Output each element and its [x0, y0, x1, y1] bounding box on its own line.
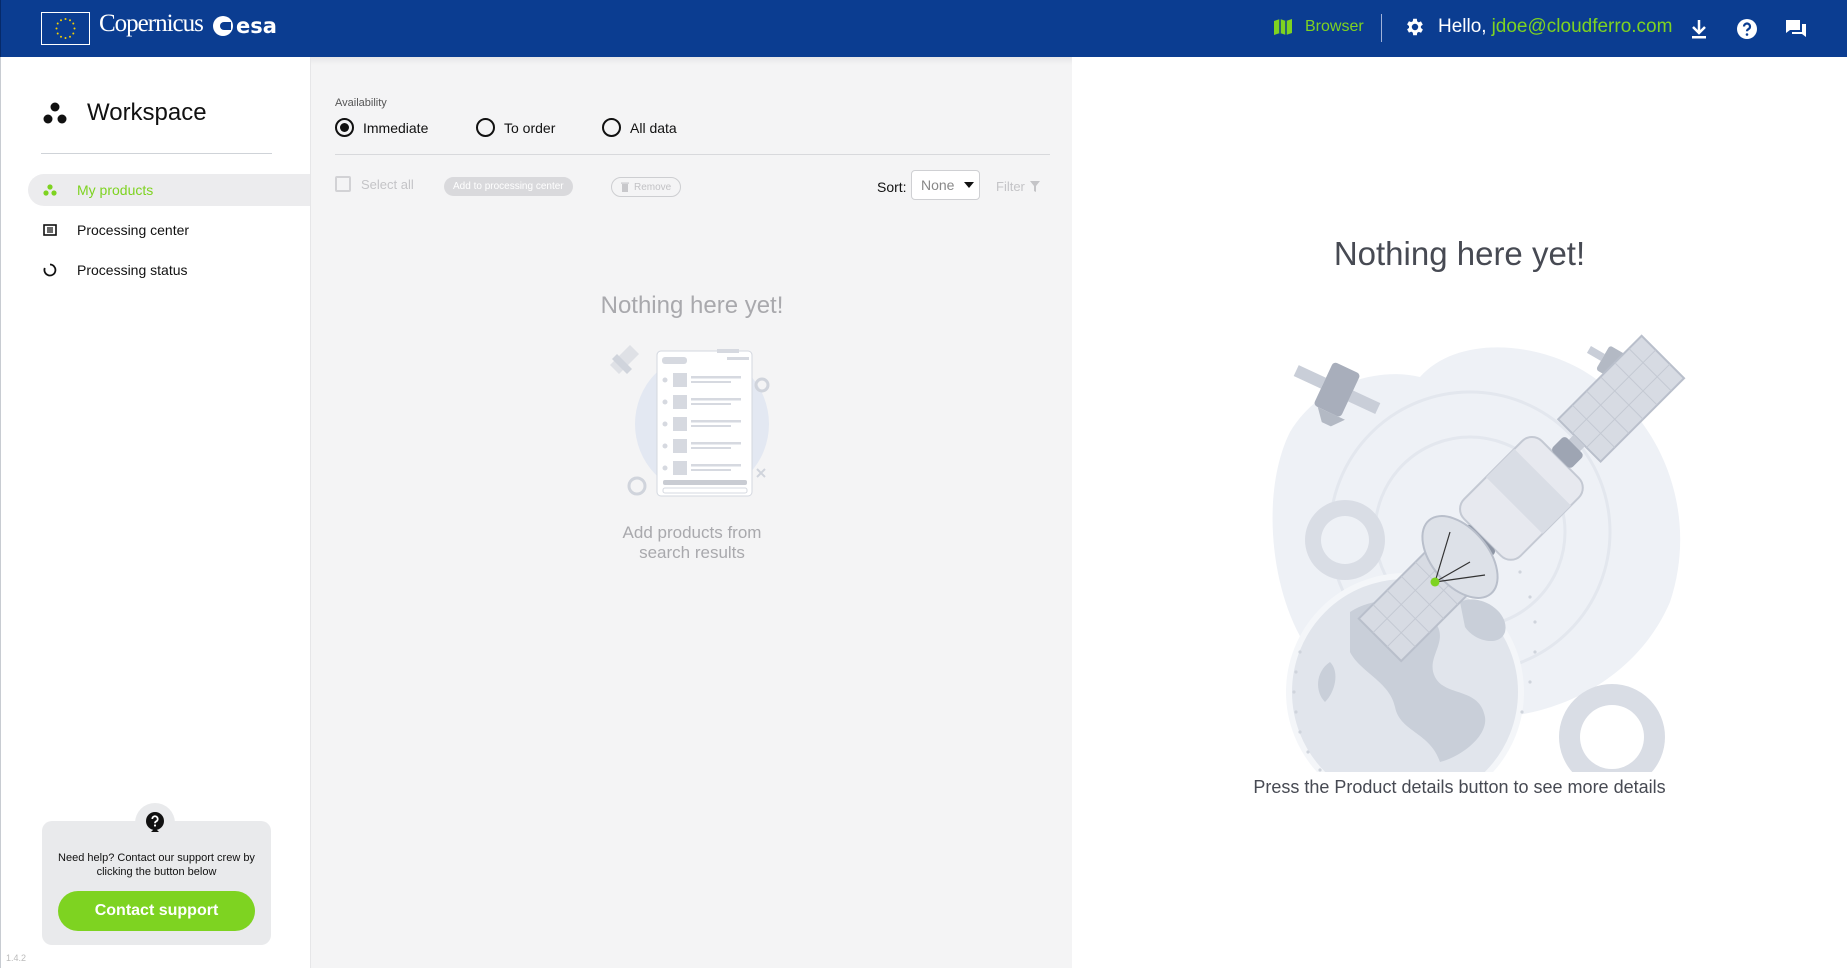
sort-label: Sort: — [877, 179, 907, 195]
help-icon[interactable] — [1735, 17, 1759, 41]
browser-label: Browser — [1305, 18, 1364, 35]
sidebar-divider — [41, 153, 272, 154]
radio-immediate[interactable]: Immediate — [335, 118, 428, 137]
sidebar: Workspace My products Processing center … — [0, 57, 311, 968]
products-empty-title: Nothing here yet! — [600, 292, 784, 319]
products-empty-subtitle-line2: search results — [639, 543, 745, 562]
processing-center-icon — [43, 224, 57, 236]
product-details-panel: Nothing here yet! Press the Product deta… — [1072, 57, 1847, 968]
help-bubble — [135, 803, 175, 843]
radio-unchecked-icon — [476, 118, 495, 137]
sidebar-item-label: Processing status — [77, 262, 188, 278]
sidebar-item-my-products[interactable]: My products — [28, 174, 311, 206]
greeting-prefix: Hello, — [1438, 16, 1487, 37]
workspace-title-text: Workspace — [87, 99, 207, 126]
products-empty-subtitle-line1: Add products from — [622, 523, 762, 542]
browser-link[interactable]: Browser — [1273, 17, 1364, 37]
remove-label: Remove — [634, 181, 672, 193]
sidebar-item-processing-status[interactable]: Processing status — [28, 254, 311, 286]
sort-value: None — [921, 177, 955, 193]
top-header: Copernicus esa Browser Hello, jdoe@cloud… — [0, 0, 1847, 57]
map-icon — [1274, 19, 1292, 35]
gear-icon[interactable] — [1404, 16, 1426, 38]
app-version: 1.4.2 — [6, 953, 27, 963]
empty-list-illustration — [610, 345, 770, 497]
radio-checked-icon — [335, 118, 354, 137]
esa-logo: esa — [213, 14, 277, 38]
radio-label: Immediate — [363, 119, 429, 136]
download-icon[interactable] — [1687, 17, 1711, 41]
processing-status-icon — [43, 263, 57, 277]
add-to-processing-center-button[interactable]: Add to processing center — [444, 177, 573, 196]
products-panel: Availability Immediate To order All data… — [310, 57, 1073, 968]
workspace-title: Workspace — [43, 99, 207, 127]
esa-logo-text: esa — [236, 14, 277, 38]
checkbox-icon — [335, 176, 351, 192]
filter-icon — [1029, 181, 1040, 192]
select-all-label: Select all — [361, 176, 414, 192]
remove-button[interactable]: Remove — [611, 177, 682, 197]
sidebar-item-label: My products — [77, 182, 154, 198]
chat-icon[interactable] — [1784, 17, 1808, 41]
details-empty-subtitle: Press the Product details button to see … — [1253, 777, 1666, 797]
question-icon — [146, 812, 164, 832]
radio-label: To order — [504, 119, 556, 136]
radio-all-data[interactable]: All data — [602, 118, 677, 137]
help-box: Need help? Contact our support crew by c… — [42, 803, 271, 945]
availability-label: Availability — [335, 97, 387, 109]
sidebar-item-label: Processing center — [77, 222, 190, 238]
panel-divider — [335, 154, 1050, 155]
filter-button[interactable]: Filter — [996, 179, 1040, 194]
contact-support-button[interactable]: Contact support — [58, 891, 255, 931]
chevron-down-icon — [964, 182, 975, 188]
sidebar-item-processing-center[interactable]: Processing center — [28, 214, 311, 246]
filter-label: Filter — [996, 179, 1025, 194]
details-empty-title: Nothing here yet! — [1333, 235, 1586, 272]
eu-flag-logo — [41, 12, 90, 45]
header-divider — [1381, 14, 1382, 42]
products-empty-subtitle: Add products from search results — [311, 523, 1073, 563]
help-text: Need help? Contact our support crew by c… — [58, 852, 255, 878]
products-icon — [43, 184, 57, 196]
user-email[interactable]: jdoe@cloudferro.com — [1492, 16, 1673, 38]
workspace-icon — [43, 102, 67, 124]
esa-mark-icon — [213, 16, 233, 36]
radio-unchecked-icon — [602, 118, 621, 137]
select-all-checkbox[interactable]: Select all — [335, 176, 414, 192]
sort-select[interactable]: None — [911, 170, 980, 200]
panel-shadow — [311, 57, 1073, 65]
user-greeting: Hello, jdoe@cloudferro.com — [1404, 16, 1672, 38]
satellite-illustration — [1272, 334, 1686, 772]
copernicus-logo: Copernicus — [99, 10, 204, 37]
radio-to-order[interactable]: To order — [476, 118, 555, 137]
radio-label: All data — [630, 119, 677, 136]
trash-icon — [621, 182, 629, 192]
